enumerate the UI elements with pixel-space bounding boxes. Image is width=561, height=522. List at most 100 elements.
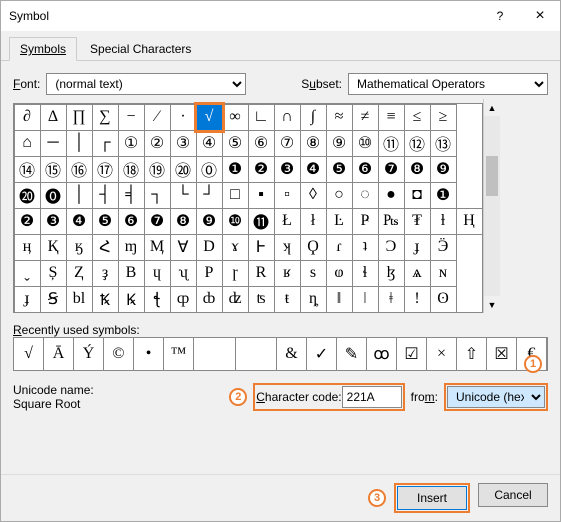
- symbol-cell[interactable]: ɟ: [404, 234, 431, 261]
- symbol-cell[interactable]: Қ: [40, 234, 67, 261]
- symbol-cell[interactable]: ꞎ: [144, 286, 171, 313]
- symbol-cell[interactable]: ▫: [274, 182, 301, 209]
- symbol-cell[interactable]: ʣ: [222, 286, 249, 313]
- recent-symbol-cell[interactable]: ✓: [307, 338, 337, 370]
- symbol-cell[interactable]: ǂ: [378, 286, 405, 313]
- symbol-cell[interactable]: ❷: [248, 156, 275, 183]
- symbol-cell[interactable]: ʁ: [274, 260, 301, 287]
- symbol-cell[interactable]: ȹ: [170, 286, 197, 313]
- recent-symbol-cell[interactable]: Ā: [44, 338, 74, 370]
- scroll-track[interactable]: [484, 116, 500, 296]
- symbol-cell[interactable]: ʦ: [248, 286, 275, 313]
- symbol-cell[interactable]: Ҏ: [352, 208, 379, 235]
- symbol-cell[interactable]: ⑯: [66, 156, 93, 183]
- symbol-cell[interactable]: ⑪: [378, 130, 405, 157]
- symbol-grid[interactable]: ∂Δ∏∑−∕∙√∞∟∩∫≈≠≡≤≥⌂─│┌①②③④⑤⑥⑦⑧⑨⑩⑪⑫⑬⑭⑮⑯⑰⑱⑲…: [13, 103, 483, 313]
- symbol-cell[interactable]: ⑲: [144, 156, 171, 183]
- symbol-cell[interactable]: ③: [170, 130, 197, 157]
- symbol-cell[interactable]: ┘: [196, 182, 223, 209]
- symbol-cell[interactable]: Ꝅ: [92, 286, 119, 313]
- symbol-cell[interactable]: ⑮: [40, 156, 67, 183]
- symbol-cell[interactable]: Ӭ: [430, 234, 457, 261]
- symbol-cell[interactable]: Ң: [456, 208, 483, 235]
- recent-symbol-cell[interactable]: ꝏ: [367, 338, 397, 370]
- symbol-cell[interactable]: B: [118, 260, 145, 287]
- symbol-cell[interactable]: s: [300, 260, 327, 287]
- symbol-cell[interactable]: ❾: [430, 156, 457, 183]
- symbol-cell[interactable]: ≡: [378, 104, 405, 131]
- symbol-cell[interactable]: ȸ: [196, 286, 223, 313]
- symbol-cell[interactable]: ❾: [196, 208, 223, 235]
- symbol-cell[interactable]: ⓫: [248, 208, 275, 235]
- symbol-cell[interactable]: Հ: [92, 234, 119, 261]
- symbol-cell[interactable]: ❹: [66, 208, 93, 235]
- symbol-cell[interactable]: ❶: [222, 156, 249, 183]
- symbol-cell[interactable]: ∩: [274, 104, 301, 131]
- symbol-cell[interactable]: ɱ: [118, 234, 145, 261]
- recent-symbol-cell[interactable]: ✎: [337, 338, 367, 370]
- symbol-cell[interactable]: ∟: [248, 104, 275, 131]
- recent-symbol-cell[interactable]: ©: [104, 338, 134, 370]
- symbol-cell[interactable]: ǀ: [352, 286, 379, 313]
- symbol-cell[interactable]: ӄ: [66, 234, 93, 261]
- symbol-cell[interactable]: ɥ: [144, 260, 171, 287]
- symbol-cell[interactable]: bl: [66, 286, 93, 313]
- scroll-down-button[interactable]: ▼: [484, 296, 500, 313]
- symbol-cell[interactable]: ┤: [92, 182, 119, 209]
- recent-symbol-cell[interactable]: ☑: [397, 338, 427, 370]
- recent-symbol-cell[interactable]: •: [134, 338, 164, 370]
- symbol-cell[interactable]: ɫ: [430, 208, 457, 235]
- symbol-cell[interactable]: ●: [378, 182, 405, 209]
- symbol-cell[interactable]: Ș: [40, 260, 67, 287]
- symbol-cell[interactable]: ❽: [404, 156, 431, 183]
- symbol-cell[interactable]: ❻: [352, 156, 379, 183]
- symbol-cell[interactable]: P: [196, 260, 223, 287]
- symbol-cell[interactable]: ɴ: [430, 260, 457, 287]
- grid-scrollbar[interactable]: ▲ ▼: [483, 99, 500, 313]
- symbol-cell[interactable]: ❷: [14, 208, 41, 235]
- symbol-cell[interactable]: Ⱬ: [66, 260, 93, 287]
- symbol-cell[interactable]: ○: [326, 182, 353, 209]
- symbol-cell[interactable]: Ͱ: [248, 234, 275, 261]
- recent-symbol-cell[interactable]: √: [14, 338, 44, 370]
- symbol-cell[interactable]: ɾ: [326, 234, 353, 261]
- symbol-cell[interactable]: ʘ: [430, 286, 457, 313]
- symbol-cell[interactable]: ❼: [144, 208, 171, 235]
- symbol-cell[interactable]: ʇ: [352, 234, 379, 261]
- symbol-cell[interactable]: ѧ: [404, 260, 431, 287]
- symbol-cell[interactable]: ❽: [170, 208, 197, 235]
- from-select[interactable]: Unicode (hex): [447, 386, 545, 408]
- scroll-up-button[interactable]: ▲: [484, 99, 500, 116]
- symbol-cell[interactable]: └: [170, 182, 197, 209]
- help-button[interactable]: ?: [480, 1, 520, 31]
- symbol-cell[interactable]: ❺: [92, 208, 119, 235]
- symbol-cell[interactable]: ł: [300, 208, 327, 235]
- symbol-cell[interactable]: ɬ: [352, 260, 379, 287]
- symbol-cell[interactable]: ≈: [326, 104, 353, 131]
- symbol-cell[interactable]: ⑬: [430, 130, 457, 157]
- symbol-cell[interactable]: ⑰: [92, 156, 119, 183]
- symbol-cell[interactable]: ⓿: [40, 182, 67, 209]
- symbol-cell[interactable]: ∂: [14, 104, 41, 131]
- symbol-cell[interactable]: ◊: [300, 182, 327, 209]
- symbol-cell[interactable]: ④: [196, 130, 223, 157]
- symbol-cell[interactable]: ∕: [144, 104, 171, 131]
- symbol-cell[interactable]: ①: [118, 130, 145, 157]
- symbol-cell[interactable]: ❹: [300, 156, 327, 183]
- symbol-cell[interactable]: ⱷ: [326, 260, 353, 287]
- char-code-input[interactable]: [342, 386, 402, 408]
- recent-symbol-cell[interactable]: ™: [164, 338, 194, 370]
- symbol-cell[interactable]: ₧: [378, 208, 405, 235]
- cancel-button[interactable]: Cancel: [478, 483, 548, 507]
- symbol-cell[interactable]: ⑤: [222, 130, 249, 157]
- symbol-cell[interactable]: ⑱: [118, 156, 145, 183]
- symbol-cell[interactable]: ∏: [66, 104, 93, 131]
- symbol-cell[interactable]: ≤: [404, 104, 431, 131]
- symbol-cell[interactable]: ❻: [118, 208, 145, 235]
- symbol-cell[interactable]: Ł: [274, 208, 301, 235]
- symbol-cell[interactable]: ɟ: [14, 286, 41, 313]
- symbol-cell[interactable]: ❶: [430, 182, 457, 209]
- subset-select[interactable]: Mathematical Operators: [348, 73, 548, 95]
- tab-special-characters[interactable]: Special Characters: [79, 37, 202, 60]
- symbol-cell[interactable]: ❸: [40, 208, 67, 235]
